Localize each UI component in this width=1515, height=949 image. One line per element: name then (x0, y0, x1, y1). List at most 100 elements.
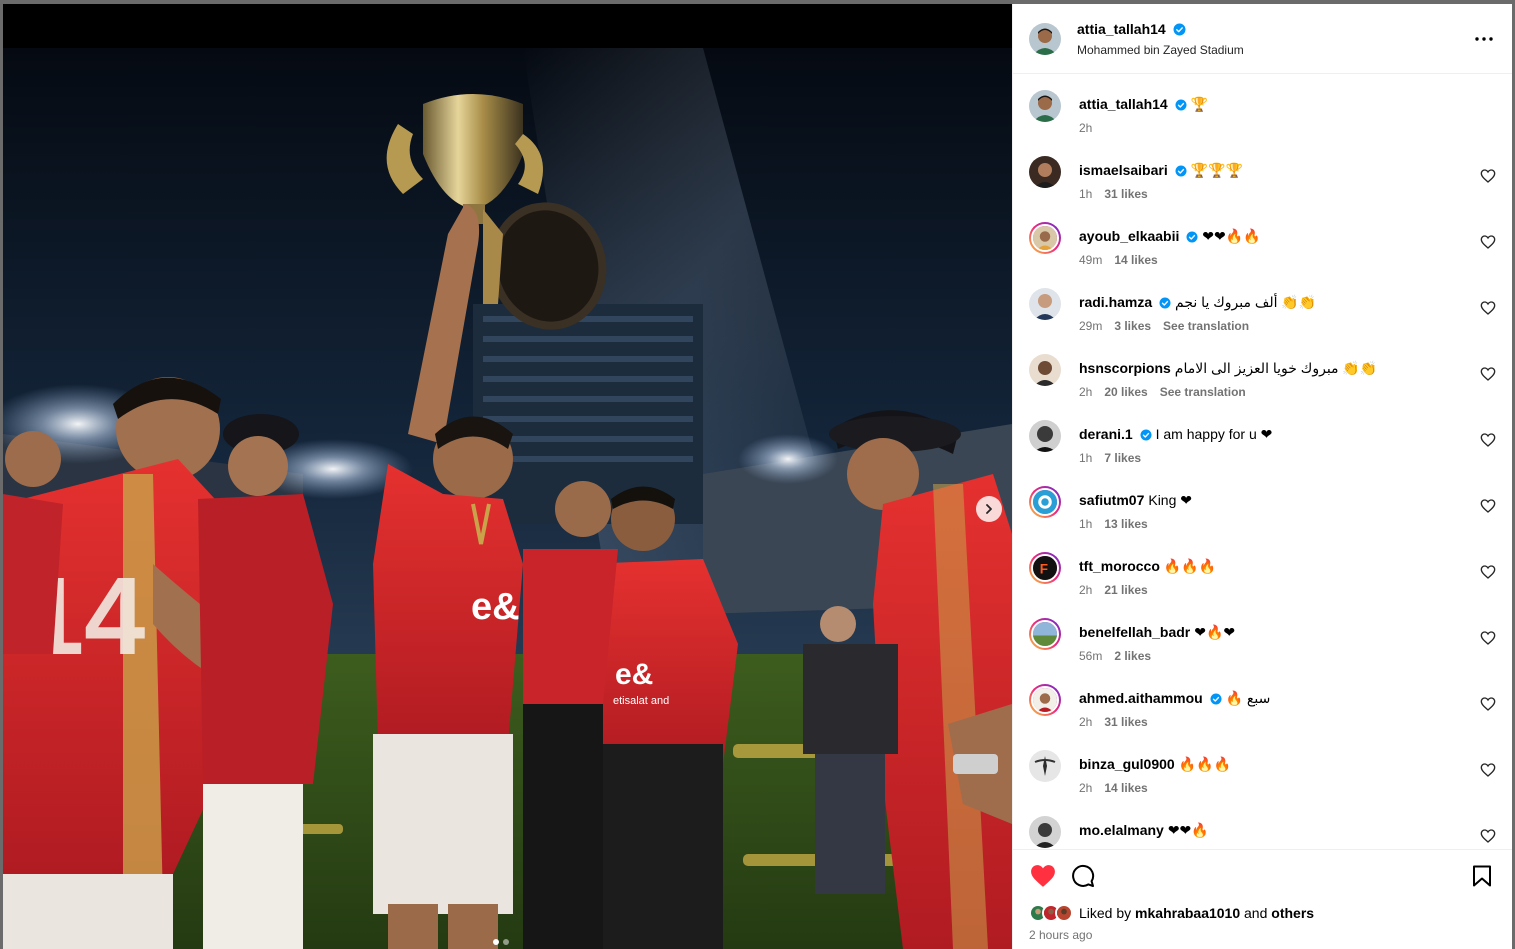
commenter-avatar[interactable] (1029, 222, 1061, 254)
commenter-avatar[interactable] (1029, 288, 1061, 320)
comment-likes[interactable]: 31 likes (1104, 715, 1147, 729)
comment-likes[interactable]: 14 likes (1104, 781, 1147, 795)
commenter-username[interactable]: ayoub_elkaabii (1079, 228, 1179, 244)
commenter-avatar[interactable] (1029, 486, 1061, 518)
save-button[interactable] (1468, 862, 1496, 890)
commenter-username[interactable]: safiutm07 (1079, 492, 1144, 508)
comment-likes[interactable]: 20 likes (1104, 385, 1147, 399)
liked-and: and (1244, 905, 1268, 921)
carousel-dot (503, 939, 509, 945)
commenter-username[interactable]: mo.elalmany (1079, 822, 1164, 838)
post-time-ago[interactable]: 2 hours ago (1029, 928, 1496, 942)
comment-time[interactable]: 29m (1079, 319, 1102, 333)
comment-row: binza_gul0900 🔥🔥🔥 2h 14 likes (1029, 748, 1496, 814)
next-media-button[interactable] (976, 496, 1002, 522)
author-avatar[interactable] (1029, 22, 1061, 55)
comment-like-heart-icon[interactable] (1480, 234, 1496, 250)
comment-like-heart-icon[interactable] (1480, 564, 1496, 580)
commenter-username[interactable]: derani.1 (1079, 426, 1133, 442)
caption-text: 🏆 (1190, 96, 1209, 112)
see-translation-link[interactable]: See translation (1163, 319, 1249, 333)
author-username[interactable]: attia_tallah14 (1077, 21, 1166, 37)
comment-like-heart-icon[interactable] (1480, 762, 1496, 778)
comment-row: safiutm07 King ❤ 1h 13 likes (1029, 484, 1496, 550)
comment-time[interactable]: 2h (1079, 583, 1092, 597)
comment-time[interactable]: 2h (1079, 781, 1092, 795)
commenter-username[interactable]: benelfellah_badr (1079, 624, 1190, 640)
heart-icon (1031, 865, 1055, 887)
commenter-avatar[interactable] (1029, 354, 1061, 386)
post-location[interactable]: Mohammed bin Zayed Stadium (1077, 43, 1472, 57)
post-media[interactable]: e& e& etisalat and 14 (3, 4, 1012, 949)
comment-like-heart-icon[interactable] (1480, 498, 1496, 514)
commenter-avatar[interactable] (1029, 156, 1061, 188)
commenter-avatar[interactable] (1029, 618, 1061, 650)
comment-time[interactable]: 1h (1079, 517, 1092, 531)
comments-list[interactable]: attia_tallah14 🏆 2h ismaelsaibari 🏆🏆🏆 1h 3… (1013, 74, 1512, 849)
caption-time[interactable]: 2h (1079, 121, 1092, 135)
liked-by-label: Liked by (1079, 905, 1132, 921)
author-avatar[interactable] (1029, 90, 1061, 122)
commenter-username[interactable]: radi.hamza (1079, 294, 1152, 310)
comment-likes[interactable]: 31 likes (1104, 187, 1147, 201)
commenter-username[interactable]: hsnscorpions (1079, 360, 1171, 376)
comment-time[interactable]: 2h (1079, 385, 1092, 399)
comment-text: 🔥🔥🔥 (1178, 756, 1231, 772)
chevron-right-icon (986, 504, 992, 514)
verified-badge-icon (1175, 165, 1187, 177)
comment-likes[interactable]: 3 likes (1114, 319, 1151, 333)
post-header: attia_tallah14 Mohammed bin Zayed Stadiu… (1013, 4, 1512, 74)
carousel-indicator (493, 939, 509, 945)
comment-text: I am happy for u ❤ (1155, 426, 1273, 442)
jersey-sub-text: etisalat and (613, 695, 669, 707)
verified-badge-icon (1140, 429, 1152, 441)
verified-badge-icon (1175, 99, 1187, 111)
liked-by-user[interactable]: mkahrabaa1010 (1135, 905, 1240, 921)
like-button[interactable] (1029, 862, 1057, 890)
verified-badge-icon (1173, 23, 1186, 35)
comment-time[interactable]: 56m (1079, 649, 1102, 663)
comment-row: Ftft_morocco 🔥🔥🔥 2h 21 likes (1029, 550, 1496, 616)
comment-row: radi.hamza ألف مبروك يا نجم 👏👏 29m 3 likes… (1029, 286, 1496, 352)
comment-like-heart-icon[interactable] (1480, 366, 1496, 382)
comment-time[interactable]: 1h (1079, 451, 1092, 465)
comment-text: مبروك خويا العزيز الى الامام 👏👏 (1174, 360, 1378, 376)
comment-row: ismaelsaibari 🏆🏆🏆 1h 31 likes (1029, 154, 1496, 220)
caption-username[interactable]: attia_tallah14 (1079, 96, 1168, 112)
commenter-username[interactable]: tft_morocco (1079, 558, 1160, 574)
comment-like-heart-icon[interactable] (1480, 300, 1496, 316)
liked-others[interactable]: others (1271, 905, 1314, 921)
comment-likes[interactable]: 2 likes (1114, 649, 1151, 663)
commenter-avatar[interactable] (1029, 750, 1061, 782)
caption-row: attia_tallah14 🏆 2h (1029, 88, 1496, 154)
commenter-username[interactable]: binza_gul0900 (1079, 756, 1175, 772)
comment-likes[interactable]: 21 likes (1104, 583, 1147, 597)
comment-likes[interactable]: 13 likes (1104, 517, 1147, 531)
comment-like-heart-icon[interactable] (1480, 432, 1496, 448)
see-translation-link[interactable]: See translation (1160, 385, 1246, 399)
comment-like-heart-icon[interactable] (1480, 168, 1496, 184)
comment-row: benelfellah_badr ❤🔥❤ 56m 2 likes (1029, 616, 1496, 682)
more-options-button[interactable] (1472, 27, 1496, 51)
comment-text: ❤❤🔥 (1167, 822, 1209, 838)
comment-like-heart-icon[interactable] (1480, 828, 1496, 844)
comment-like-heart-icon[interactable] (1480, 696, 1496, 712)
photo-players-celebrating-trophy: e& e& etisalat and 14 (3, 4, 1012, 949)
comment-text: King ❤ (1148, 492, 1192, 508)
commenter-avatar[interactable]: F (1029, 552, 1061, 584)
comment-time[interactable]: 49m (1079, 253, 1102, 267)
commenter-username[interactable]: ahmed.aithammou (1079, 690, 1203, 706)
comment-like-heart-icon[interactable] (1480, 630, 1496, 646)
commenter-avatar[interactable] (1029, 816, 1061, 848)
comment-likes[interactable]: 7 likes (1104, 451, 1141, 465)
liker-avatars[interactable] (1029, 904, 1073, 922)
comment-time[interactable]: 1h (1079, 187, 1092, 201)
comment-row: ahmed.aithammou 🔥 سبع 2h 31 likes (1029, 682, 1496, 748)
commenter-avatar[interactable] (1029, 684, 1061, 716)
commenter-avatar[interactable] (1029, 420, 1061, 452)
verified-badge-icon (1159, 297, 1171, 309)
comment-likes[interactable]: 14 likes (1114, 253, 1157, 267)
comment-button[interactable] (1069, 862, 1097, 890)
comment-time[interactable]: 2h (1079, 715, 1092, 729)
commenter-username[interactable]: ismaelsaibari (1079, 162, 1168, 178)
